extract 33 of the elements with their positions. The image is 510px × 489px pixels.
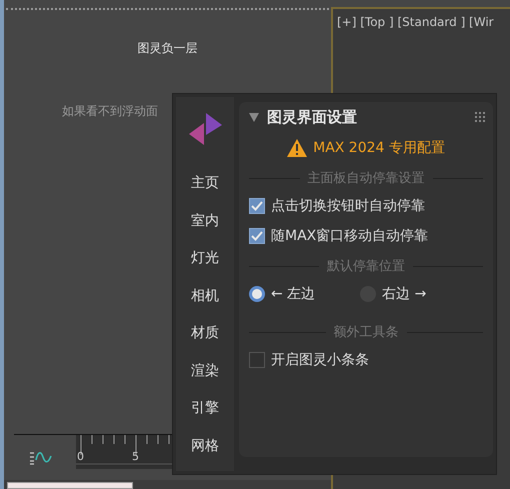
warning-text: MAX 2024 专用配置	[313, 139, 445, 157]
frame-number: 5	[132, 450, 139, 463]
collapse-triangle-icon[interactable]	[249, 113, 259, 122]
nav-item[interactable]: 相机	[191, 278, 219, 315]
radio-button[interactable]	[249, 286, 265, 302]
checkbox[interactable]	[249, 198, 265, 214]
nav-item[interactable]: 主页	[191, 165, 219, 202]
checkbox-option[interactable]: 随MAX窗口移动自动停靠	[249, 227, 483, 245]
nav-item[interactable]: 材质	[191, 315, 219, 352]
checkbox-option[interactable]: 点击切换按钮时自动停靠	[249, 197, 483, 215]
section-title: 图灵界面设置	[267, 108, 357, 127]
nav-item[interactable]: 网格	[191, 428, 219, 465]
nav-item[interactable]: 引擎	[191, 390, 219, 428]
checkbox[interactable]	[249, 352, 265, 368]
viewport-label[interactable]: [+] [Top ] [Standard ] [Wir	[333, 9, 510, 29]
nav-item[interactable]: 室内	[191, 202, 219, 240]
frame-number: 0	[77, 450, 84, 463]
hint-text: 如果看不到浮动面	[62, 103, 158, 120]
checkbox-option[interactable]: 开启图灵小条条	[249, 351, 483, 369]
warning-icon	[287, 139, 308, 157]
panel-title: 图灵负一层	[136, 40, 198, 57]
time-ruler[interactable]: 0 5	[76, 435, 172, 469]
radio-option[interactable]: 右边 →	[360, 285, 426, 303]
group-heading: 额外工具条	[334, 324, 398, 341]
nav-item[interactable]: 渲染	[191, 352, 219, 390]
curve-editor-icon[interactable]	[30, 450, 52, 464]
logo-icon	[188, 111, 222, 147]
grip-icon[interactable]	[475, 112, 485, 122]
group-heading: 默认停靠位置	[327, 258, 405, 275]
group-heading: 主面板自动停靠设置	[308, 170, 424, 187]
nav-item[interactable]: 灯光	[191, 240, 219, 278]
radio-option[interactable]: ← 左边	[249, 285, 316, 303]
checkbox[interactable]	[249, 228, 265, 244]
